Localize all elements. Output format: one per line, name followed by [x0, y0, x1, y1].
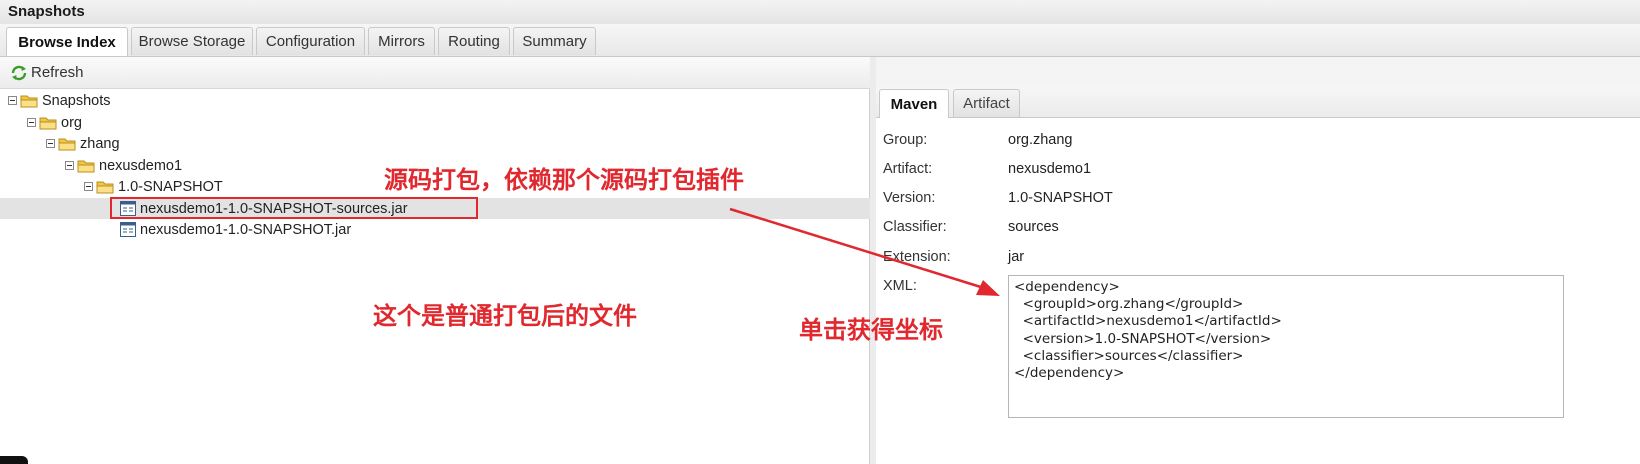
tab-maven[interactable]: Maven: [879, 89, 949, 118]
corner-overlay: [0, 456, 28, 464]
folder-open-icon: [58, 138, 76, 150]
annotation-coords-note: 单击获得坐标: [799, 316, 943, 344]
folder-open-icon: [20, 95, 38, 107]
collapse-toggle-icon[interactable]: [65, 161, 74, 170]
main-tab-strip: Browse Index Browse Storage Configuratio…: [0, 24, 1640, 57]
window-title: Snapshots: [8, 3, 85, 20]
folder-open-icon: [96, 181, 114, 193]
tree-node-label: zhang: [80, 135, 120, 152]
classifier-value: sources: [1008, 219, 1059, 235]
tree-node-label: org: [61, 114, 82, 131]
collapse-toggle-icon[interactable]: [8, 96, 17, 105]
annotation-sources-note: 源码打包，依赖那个源码打包插件: [384, 166, 744, 194]
artifact-value: nexusdemo1: [1008, 161, 1092, 177]
tab-summary[interactable]: Summary: [513, 27, 596, 55]
tree-node-org[interactable]: org: [0, 112, 895, 133]
repository-tree-panel: Refresh Snapshots org zhang nexusdemo1 1…: [0, 57, 988, 464]
highlight-box: [110, 197, 478, 219]
artifact-detail-panel: Maven Artifact Group: org.zhang Artifact…: [876, 57, 1640, 464]
folder-open-icon: [77, 160, 95, 172]
refresh-button[interactable]: Refresh: [10, 64, 84, 81]
tab-artifact[interactable]: Artifact: [953, 89, 1020, 117]
tree-toolbar: Refresh: [0, 57, 870, 89]
extension-label: Extension:: [883, 249, 951, 265]
tab-browse-index[interactable]: Browse Index: [6, 27, 128, 56]
tree-node-jar[interactable]: nexusdemo1-1.0-SNAPSHOT.jar: [0, 219, 988, 240]
folder-open-icon: [39, 117, 57, 129]
xml-label: XML:: [883, 278, 917, 294]
tab-routing[interactable]: Routing: [438, 27, 510, 55]
jar-file-icon: [120, 222, 136, 237]
tree-node-label: nexusdemo1: [99, 157, 183, 174]
window-title-bar: Snapshots: [0, 0, 1640, 25]
tree-node-label: Snapshots: [42, 92, 111, 109]
tree-node-label: nexusdemo1-1.0-SNAPSHOT.jar: [140, 221, 352, 238]
tab-browse-storage[interactable]: Browse Storage: [131, 27, 253, 55]
tab-mirrors[interactable]: Mirrors: [368, 27, 435, 55]
xml-dependency-textarea[interactable]: <dependency> <groupId>org.zhang</groupId…: [1008, 275, 1564, 418]
extension-value: jar: [1008, 249, 1025, 265]
classifier-label: Classifier:: [883, 219, 947, 235]
tree-node-snapshots[interactable]: Snapshots: [0, 90, 876, 111]
detail-tab-strip: Maven Artifact: [876, 87, 1640, 118]
collapse-toggle-icon[interactable]: [46, 139, 55, 148]
maven-details: Group: org.zhang Artifact: nexusdemo1 Ve…: [876, 118, 1640, 464]
group-value: org.zhang: [1008, 132, 1073, 148]
refresh-label: Refresh: [31, 64, 84, 81]
tab-configuration[interactable]: Configuration: [256, 27, 365, 55]
artifact-label: Artifact:: [883, 161, 933, 177]
group-label: Group:: [883, 132, 928, 148]
refresh-icon: [11, 65, 27, 80]
version-label: Version:: [883, 190, 936, 206]
tree-node-label: 1.0-SNAPSHOT: [118, 178, 223, 195]
tree-node-zhang[interactable]: zhang: [0, 133, 914, 154]
collapse-toggle-icon[interactable]: [27, 118, 36, 127]
collapse-toggle-icon[interactable]: [84, 182, 93, 191]
annotation-normal-note: 这个是普通打包后的文件: [373, 302, 637, 330]
version-value: 1.0-SNAPSHOT: [1008, 190, 1113, 206]
